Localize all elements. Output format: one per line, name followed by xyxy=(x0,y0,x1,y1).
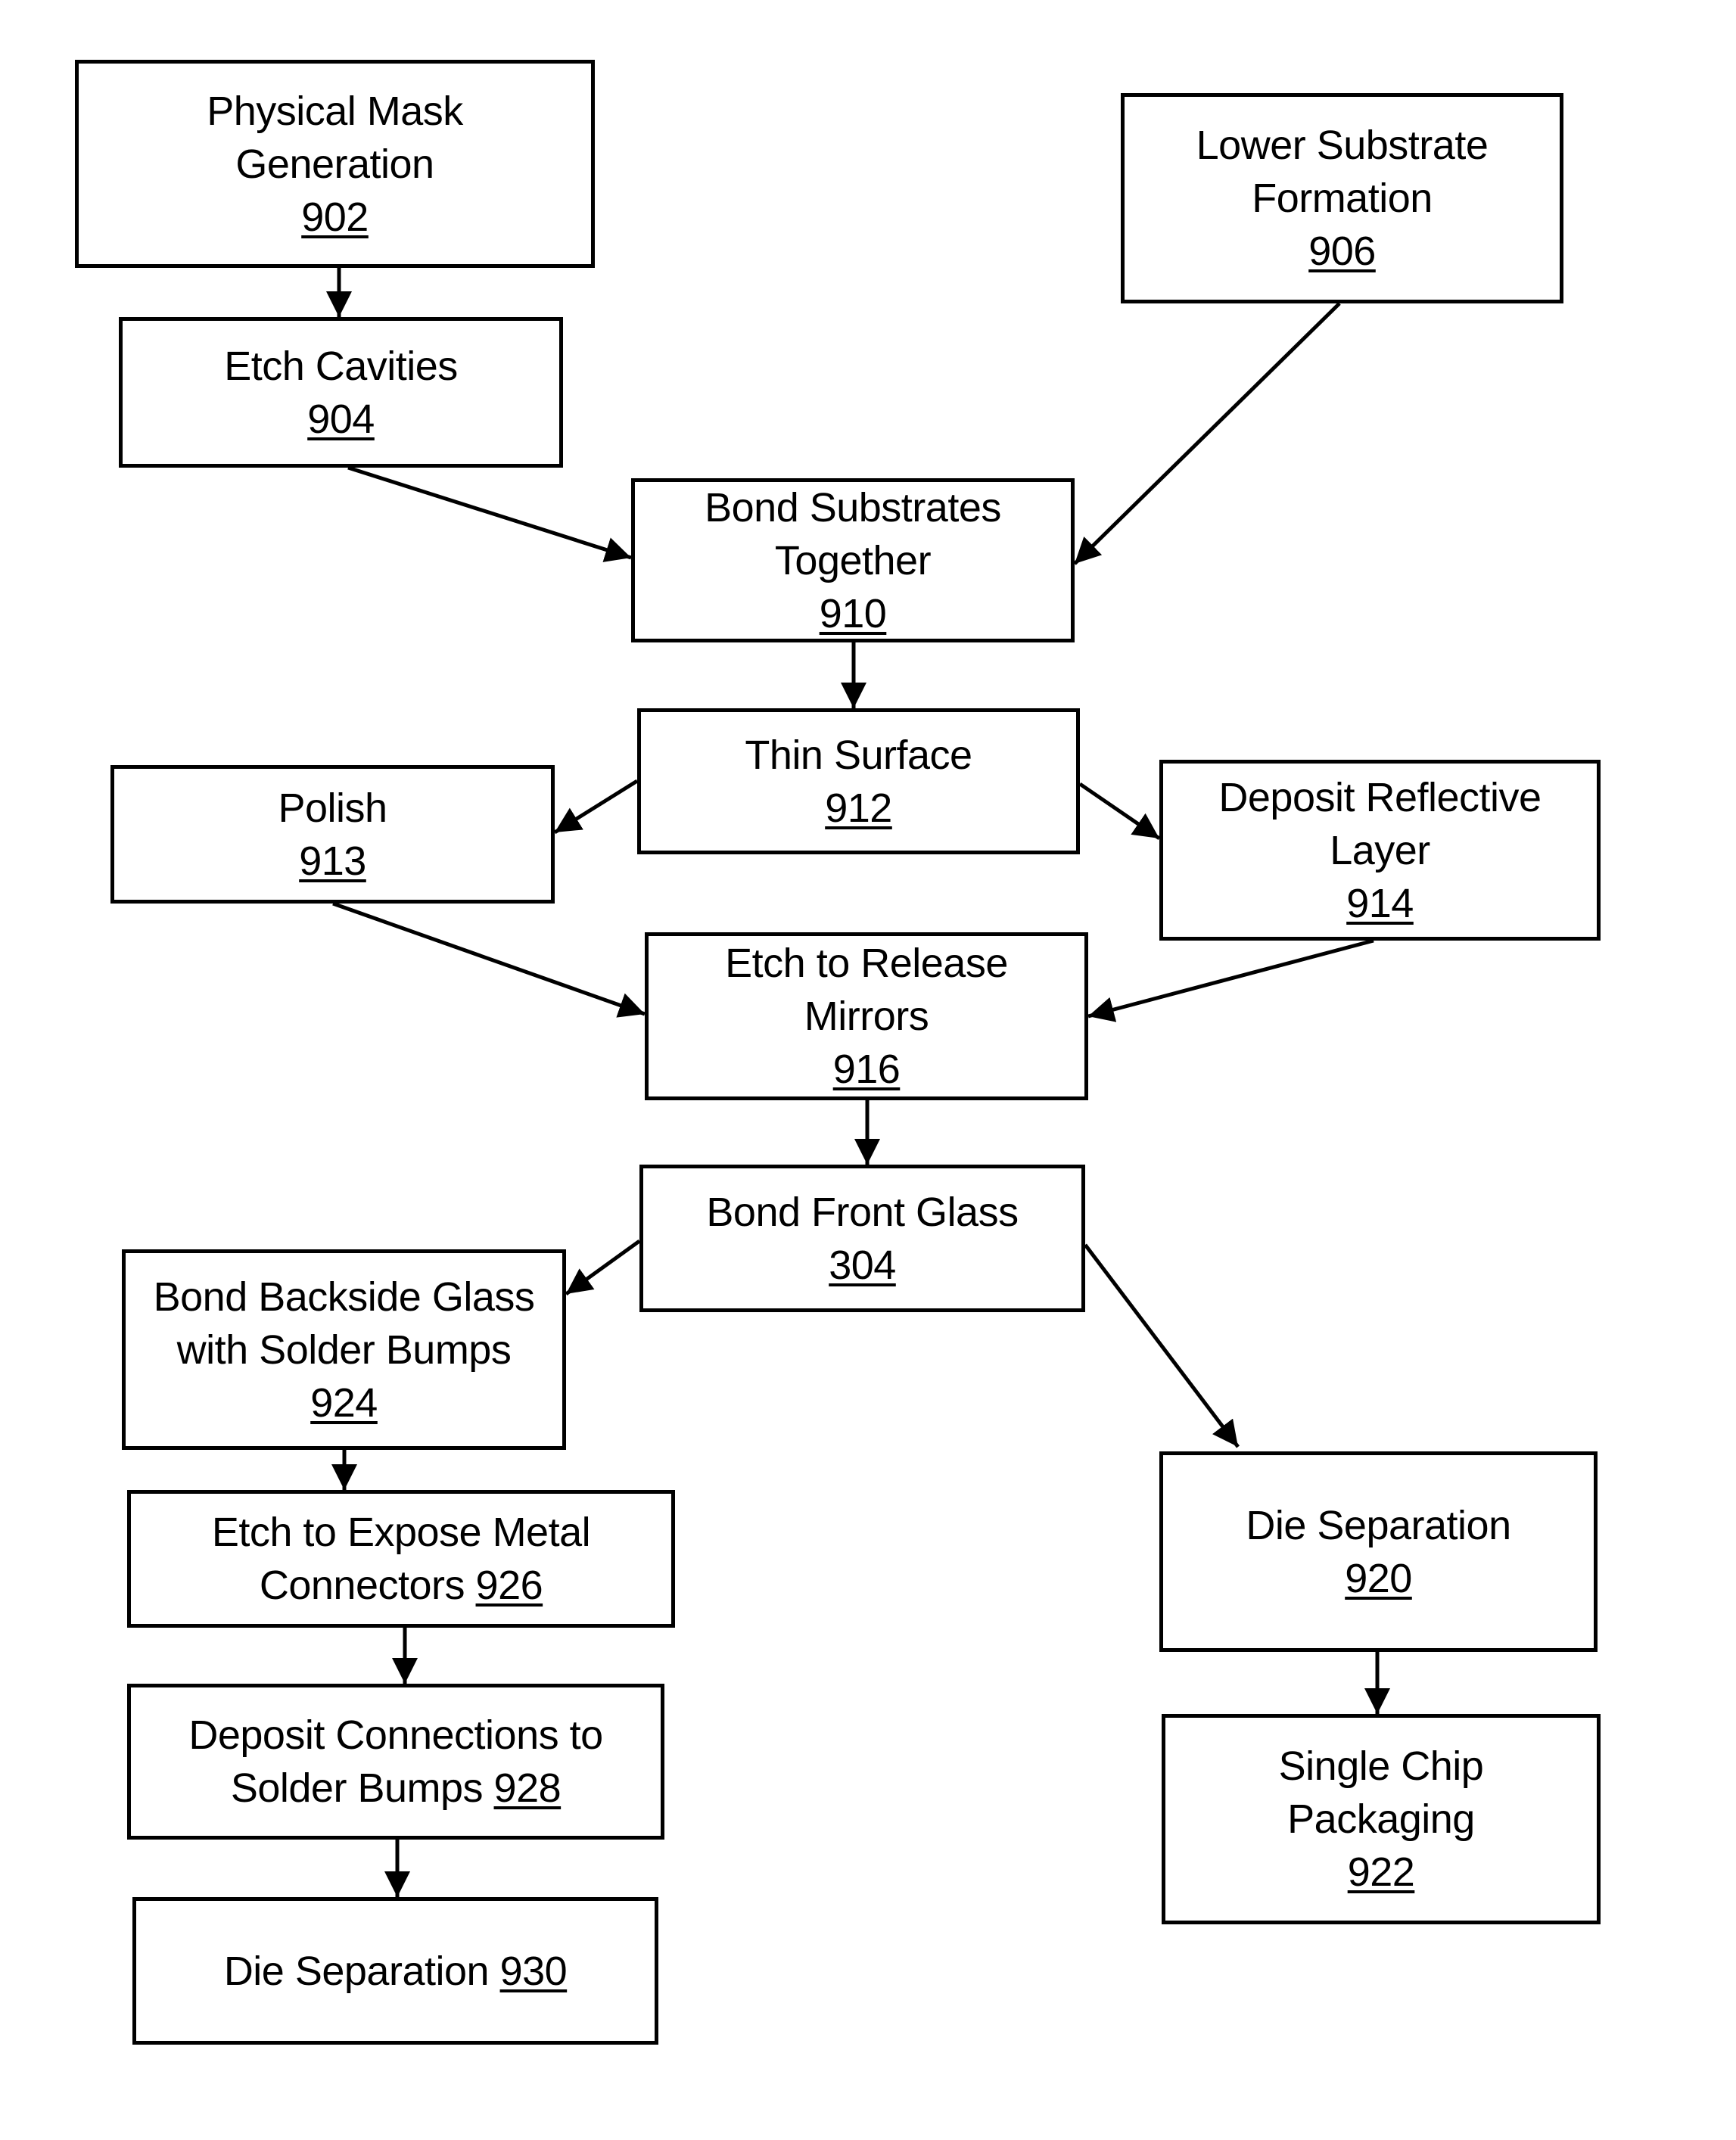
step-label-line: Formation xyxy=(1252,172,1433,225)
flow-step-922: Single Chip Packaging 922 xyxy=(1162,1714,1601,1924)
step-label-line: Connectors 926 xyxy=(260,1559,543,1612)
step-reference-number: 912 xyxy=(825,785,892,831)
step-label-text: Thin Surface xyxy=(745,732,972,778)
flow-step-916: Etch to Release Mirrors 916 xyxy=(645,932,1088,1100)
step-label-line: Deposit Connections to xyxy=(188,1709,603,1762)
step-label-line: Die Separation xyxy=(1246,1499,1511,1552)
step-label-text: Packaging xyxy=(1287,1796,1475,1842)
step-label-line: Etch to Release xyxy=(725,937,1008,990)
flow-step-928: Deposit Connections to Solder Bumps 928 xyxy=(127,1684,664,1840)
step-label-text: Deposit Reflective xyxy=(1218,774,1542,820)
arrow-913-to-916 xyxy=(332,901,646,1018)
step-reference-number: 930 xyxy=(499,1948,568,1994)
step-label-line: Etch to Expose Metal xyxy=(211,1506,591,1559)
step-reference-number: 916 xyxy=(832,1047,901,1092)
step-label-text: Together xyxy=(774,537,932,583)
step-label-line: Generation xyxy=(235,138,434,191)
step-label-text: Etch to Release xyxy=(725,941,1008,986)
step-reference-number: 914 xyxy=(1346,880,1414,926)
step-reference-number: 904 xyxy=(307,396,375,442)
step-label-text: Mirrors xyxy=(804,994,929,1039)
flow-step-906: Lower Substrate Formation 906 xyxy=(1121,93,1563,303)
step-label-text: Bond Backside Glass xyxy=(153,1274,535,1320)
flow-step-912: Thin Surface 912 xyxy=(637,708,1080,854)
arrow-912-to-913 xyxy=(553,779,639,835)
step-label-text: Physical Mask xyxy=(207,88,463,134)
step-label-line: Die Separation 930 xyxy=(223,1945,568,1998)
step-label-text: Connectors xyxy=(259,1563,465,1608)
step-label-text: Bond Front Glass xyxy=(706,1189,1019,1235)
step-label-line: Solder Bumps 928 xyxy=(230,1762,562,1815)
arrow-914-to-916 xyxy=(1087,938,1374,1022)
step-label-text: Die Separation xyxy=(223,1948,490,1994)
step-label-line: Bond Front Glass xyxy=(706,1186,1019,1239)
step-reference-number: 304 xyxy=(829,1242,896,1288)
step-label-line: Lower Substrate xyxy=(1196,119,1489,172)
step-label-text: Lower Substrate xyxy=(1196,123,1489,168)
step-label-text: Polish xyxy=(278,785,387,831)
flow-step-926: Etch to Expose Metal Connectors 926 xyxy=(127,1490,675,1628)
step-label-text: Etch Cavities xyxy=(224,343,458,389)
arrow-906-to-910 xyxy=(1073,302,1341,565)
step-label-text: Deposit Connections to xyxy=(188,1712,603,1758)
step-label-line: with Solder Bumps xyxy=(177,1324,512,1376)
step-label-line: Together xyxy=(774,534,932,587)
step-reference-number: 906 xyxy=(1308,229,1376,274)
step-reference-number: 913 xyxy=(299,838,366,884)
step-label-line: Bond Backside Glass xyxy=(154,1271,535,1324)
step-reference-number: 924 xyxy=(310,1379,378,1426)
step-reference-number: 922 xyxy=(1347,1849,1415,1895)
flow-step-913: Polish 913 xyxy=(110,765,555,904)
step-label-line: Mirrors xyxy=(804,990,929,1043)
step-label-line: Etch Cavities xyxy=(224,340,458,393)
step-label-text: Formation xyxy=(1252,176,1433,221)
flow-step-924: Bond Backside Glass with Solder Bumps 924 xyxy=(122,1249,566,1450)
step-reference-number: 902 xyxy=(301,194,369,240)
step-label-text: Bond Substrates xyxy=(705,484,1001,530)
step-label-text: Die Separation xyxy=(1246,1502,1511,1548)
step-label-line: Thin Surface xyxy=(745,729,972,782)
step-reference-number: 910 xyxy=(819,590,887,636)
step-reference-number: 926 xyxy=(475,1563,543,1608)
flow-step-304: Bond Front Glass 304 xyxy=(639,1165,1085,1312)
step-label-text: Generation xyxy=(235,141,434,187)
flow-step-930: Die Separation 930 xyxy=(132,1897,658,2045)
step-reference-number: 920 xyxy=(1345,1555,1412,1601)
step-label-text: Single Chip xyxy=(1278,1743,1484,1789)
step-label-text: with Solder Bumps xyxy=(176,1327,512,1373)
flow-step-920: Die Separation 920 xyxy=(1159,1451,1598,1652)
arrow-304-to-924 xyxy=(565,1239,641,1296)
step-label-line: Single Chip xyxy=(1279,1740,1484,1793)
flow-step-914: Deposit Reflective Layer 914 xyxy=(1159,760,1601,941)
flow-step-904: Etch Cavities 904 xyxy=(119,317,563,468)
step-label-line: Physical Mask xyxy=(207,85,463,138)
arrow-912-to-914 xyxy=(1078,782,1161,841)
step-label-line: Bond Substrates xyxy=(705,481,1001,534)
step-label-line: Polish xyxy=(278,782,387,835)
step-label-text: Etch to Expose Metal xyxy=(211,1510,591,1555)
arrow-304-to-920 xyxy=(1084,1243,1240,1448)
flow-step-902: Physical Mask Generation 902 xyxy=(75,60,595,268)
step-reference-number: 928 xyxy=(493,1765,562,1811)
step-label-text: Layer xyxy=(1330,827,1430,873)
step-label-text: Solder Bumps xyxy=(230,1765,484,1811)
step-label-line: Deposit Reflective xyxy=(1218,771,1542,824)
step-label-line: Packaging xyxy=(1287,1793,1475,1846)
step-label-line: Layer xyxy=(1330,824,1430,877)
arrow-904-to-910 xyxy=(347,465,632,562)
flow-step-910: Bond Substrates Together 910 xyxy=(631,478,1075,642)
